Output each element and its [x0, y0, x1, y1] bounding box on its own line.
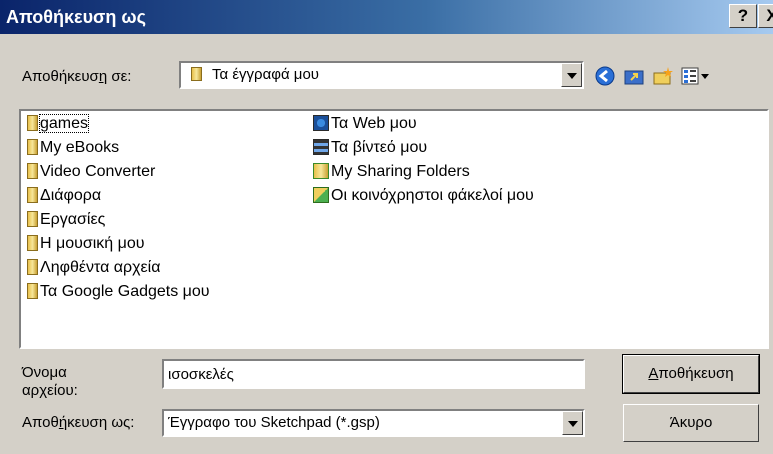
list-item[interactable]: Εργασίες — [27, 209, 105, 231]
folder-icon — [27, 283, 38, 299]
view-menu-icon[interactable] — [680, 65, 710, 87]
folder-icon — [191, 67, 202, 81]
folder-icon — [27, 139, 38, 155]
list-item[interactable]: My Sharing Folders — [313, 161, 470, 183]
back-icon[interactable] — [594, 65, 616, 87]
filename-label-part: αρ — [22, 382, 40, 399]
video-folder-icon — [313, 139, 329, 155]
list-item[interactable]: Ληφθέντα αρχεία — [27, 257, 160, 279]
filename-label: Όνομα αρχείου: — [22, 364, 78, 400]
list-item[interactable]: My eBooks — [27, 137, 119, 159]
save-as-dialog: Αποθήκευση ως ? X Αποθήκευση σε: Τα έγγρ… — [0, 0, 773, 454]
save-in-dropdown-button[interactable] — [561, 63, 582, 87]
list-item[interactable]: Οι κοινόχρηστοι φάκελοί μου — [313, 185, 534, 207]
list-item[interactable]: games — [27, 113, 90, 135]
save-in-label-part: σε: — [107, 68, 132, 85]
list-item-label: Ληφθέντα αρχεία — [40, 259, 161, 276]
list-item[interactable]: Διάφορα — [27, 185, 101, 207]
new-folder-icon[interactable] — [652, 65, 674, 87]
filename-label-line1: Όνομα — [22, 364, 67, 381]
cancel-button[interactable]: Άκυρο — [623, 404, 759, 442]
folder-icon — [27, 187, 38, 203]
filename-label-line2: αρχείου: — [22, 382, 78, 400]
save-as-type-label-hotkey: ή — [58, 414, 68, 431]
folder-icon — [27, 235, 38, 251]
window-title: Αποθήκευση ως — [6, 7, 146, 27]
save-as-type-combobox[interactable]: Έγγραφο του Sketchpad (*.gsp) — [162, 409, 585, 437]
save-as-type-label-part: Αποθ — [22, 414, 59, 431]
folder-icon — [27, 259, 38, 275]
list-item[interactable]: Η μουσική μου — [27, 233, 145, 255]
list-item-label: My Sharing Folders — [331, 163, 470, 180]
save-as-type-label-part: κευση ως: — [67, 414, 135, 431]
list-item-label: Video Converter — [40, 163, 156, 180]
save-button-hotkey: Α — [648, 365, 659, 382]
filename-input[interactable]: ισοσκελές — [162, 359, 585, 389]
save-in-label-part: Αποθήκευσ — [22, 68, 99, 85]
list-item-label: Τα βίντεό μου — [331, 139, 428, 156]
save-as-type-dropdown-button[interactable] — [562, 411, 583, 435]
shared-folders-icon — [313, 187, 329, 203]
folder-icon — [27, 163, 38, 179]
list-item[interactable]: Τα βίντεό μου — [313, 137, 427, 159]
web-folder-icon — [313, 115, 329, 131]
list-item-label: Τα Google Gadgets μου — [40, 283, 210, 300]
list-item[interactable]: Τα Web μου — [313, 113, 417, 135]
save-as-type-value: Έγγραφο του Sketchpad (*.gsp) — [168, 414, 380, 431]
list-item[interactable]: Τα Google Gadgets μου — [27, 281, 210, 303]
save-in-combobox[interactable]: Τα έγγραφά μου — [179, 61, 584, 89]
list-item-label: Διάφορα — [40, 187, 102, 204]
save-button-label: ποθήκευση — [658, 365, 734, 382]
title-bar[interactable]: Αποθήκευση ως ? X — [0, 0, 773, 34]
filename-label-part: είου: — [47, 382, 78, 399]
list-item[interactable]: Video Converter — [27, 161, 155, 183]
up-folder-icon[interactable] — [623, 65, 645, 87]
filename-value: ισοσκελές — [168, 366, 234, 383]
shared-folder-icon — [313, 163, 329, 179]
list-item-label: Τα Web μου — [331, 115, 417, 132]
list-item-label: games — [38, 114, 90, 133]
list-item-label: My eBooks — [40, 139, 120, 156]
save-in-label: Αποθήκευση σε: — [22, 68, 131, 85]
list-item-label: Η μουσική μου — [40, 235, 145, 252]
close-button[interactable]: X — [758, 4, 773, 28]
filename-label-hotkey: χ — [39, 382, 48, 399]
save-as-type-label: Αποθήκευση ως: — [22, 414, 134, 431]
save-in-label-hotkey: η — [98, 68, 108, 85]
list-item-label: Οι κοινόχρηστοι φάκελοί μου — [331, 187, 534, 204]
folder-icon — [27, 115, 38, 131]
save-in-value-wrap: Τα έγγραφά μου — [191, 66, 319, 83]
save-in-value: Τα έγγραφά μου — [212, 66, 319, 83]
list-item-label: Εργασίες — [40, 211, 106, 228]
file-list[interactable]: games My eBooks Video Converter Διάφορα Εργα… — [19, 109, 769, 349]
folder-icon — [27, 211, 38, 227]
help-button[interactable]: ? — [729, 4, 757, 28]
save-button[interactable]: Αποθήκευση — [622, 354, 760, 394]
